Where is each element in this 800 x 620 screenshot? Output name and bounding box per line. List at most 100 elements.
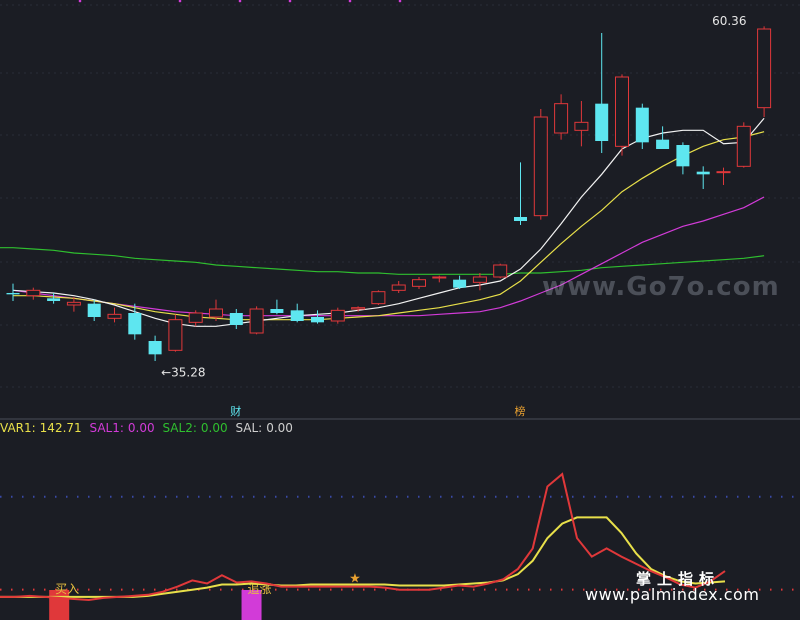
candle-body	[554, 103, 569, 134]
candle-body	[391, 284, 406, 291]
price-annotation: 60.36	[712, 14, 746, 28]
top-dot	[348, 0, 352, 3]
top-dot	[238, 0, 242, 3]
candle-body	[453, 279, 467, 288]
candle-body	[249, 308, 264, 334]
candle	[107, 307, 122, 323]
candle	[391, 281, 406, 293]
legend-var1-value: 142.71	[39, 421, 82, 435]
candle-body	[209, 308, 223, 318]
indicator-panel: 买入 追涨★	[0, 0, 800, 620]
candle	[757, 26, 772, 117]
top-dot	[178, 0, 182, 3]
legend-sal1-name: SAL1:	[89, 421, 124, 435]
candle	[696, 166, 710, 189]
candle	[412, 277, 426, 289]
candle-body	[168, 319, 183, 351]
candle	[330, 307, 345, 324]
candle-body	[107, 313, 122, 319]
candle-body	[757, 28, 772, 109]
candle-body	[330, 309, 345, 322]
candle-body	[595, 103, 609, 141]
candle	[188, 310, 203, 327]
candle	[554, 94, 569, 140]
candle-body	[26, 289, 41, 297]
legend-sal2-name: SAL2:	[162, 421, 197, 435]
stock-chart: ←35.28 60.36 财 榜 买入 追涨★	[0, 0, 800, 620]
candle	[26, 287, 41, 300]
candle-body	[229, 313, 243, 325]
candle	[249, 306, 264, 335]
candle-body	[472, 276, 487, 283]
candlesticks	[6, 26, 772, 361]
price-annotation: ←35.28	[161, 365, 205, 379]
watermark-url: www.palmindex.com	[585, 585, 760, 604]
top-dot	[288, 0, 292, 3]
candle-body	[676, 145, 690, 167]
candle-body	[270, 309, 284, 313]
candle	[493, 263, 508, 279]
candle-body	[47, 298, 61, 301]
candle	[736, 122, 751, 168]
candle-body	[188, 312, 203, 323]
candle-body	[432, 276, 447, 279]
legend-sal-name: SAL:	[235, 421, 263, 435]
candle-body	[615, 76, 629, 147]
candle	[676, 142, 690, 175]
candle	[290, 303, 304, 323]
candle	[311, 310, 324, 324]
candle-body	[736, 125, 751, 167]
candle	[168, 314, 183, 352]
candle-body	[148, 341, 162, 355]
candle-body	[6, 293, 20, 295]
ma-green-line	[0, 247, 765, 275]
candle	[148, 335, 162, 361]
candle	[574, 101, 589, 147]
candle	[595, 33, 609, 153]
indicator-legend: VAR1: 142.71 SAL1: 0.00 SAL2: 0.00 SAL: 0.00	[0, 421, 297, 435]
candle	[229, 309, 243, 329]
indicator-red-line	[0, 472, 726, 602]
signal-label: 买入	[55, 582, 79, 596]
top-dot	[398, 0, 402, 3]
watermark-overlay: www.Go7o.com	[542, 272, 780, 302]
star-marker: ★	[349, 571, 361, 586]
candle	[371, 290, 386, 305]
candle	[716, 167, 731, 185]
candle	[635, 103, 649, 149]
event-marker: 榜	[515, 404, 526, 418]
candle	[514, 162, 527, 225]
legend-var1-name: VAR1:	[0, 421, 36, 435]
candle	[453, 275, 467, 289]
candle-body	[351, 307, 366, 310]
annotations: ←35.28 60.36 财 榜	[161, 14, 746, 418]
candle-body	[371, 291, 386, 305]
event-marker: 财	[230, 404, 241, 418]
candle	[432, 275, 447, 283]
candle	[270, 299, 284, 315]
legend-sal2-value: 0.00	[200, 421, 228, 435]
candle-body	[514, 217, 527, 221]
legend-sal1-value: 0.00	[127, 421, 155, 435]
candle	[615, 74, 629, 156]
candle-body	[716, 171, 731, 174]
candle-body	[574, 121, 589, 131]
candle	[533, 109, 548, 220]
candle	[656, 126, 670, 149]
candle-body	[696, 171, 710, 175]
candle-body	[87, 303, 101, 317]
candle-body	[635, 107, 649, 143]
top-dot	[78, 0, 82, 3]
candle-body	[311, 317, 324, 323]
candle	[87, 299, 101, 321]
candle-body	[656, 139, 670, 149]
legend-sal-value: 0.00	[266, 421, 293, 435]
grid-lines	[0, 4, 800, 388]
candle-body	[412, 279, 426, 287]
candle-body	[66, 301, 81, 306]
candle-body	[533, 116, 548, 217]
candle	[472, 273, 487, 291]
candle-body	[128, 313, 142, 335]
candle	[6, 283, 20, 301]
candle-body	[493, 264, 508, 278]
